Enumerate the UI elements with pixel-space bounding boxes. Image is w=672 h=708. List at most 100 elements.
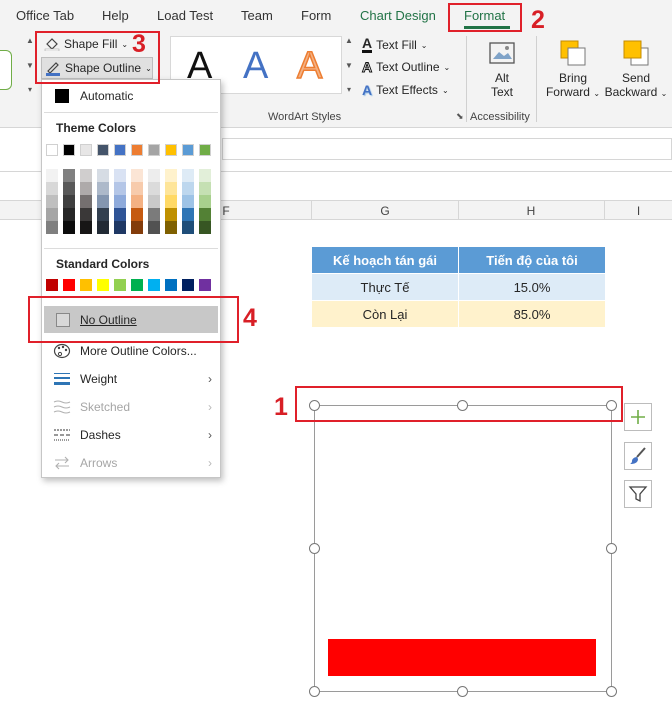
standard-color-swatch[interactable] <box>114 279 126 291</box>
theme-color-swatch[interactable] <box>199 144 211 156</box>
theme-color-swatch[interactable] <box>97 221 109 234</box>
dialog-launcher-icon[interactable]: ⬊ <box>456 111 464 122</box>
theme-color-swatch[interactable] <box>63 195 75 208</box>
text-effects-button[interactable]: A Text Effects ⌄ <box>362 83 449 98</box>
theme-color-swatch[interactable] <box>148 182 160 195</box>
theme-color-swatch[interactable] <box>46 195 58 208</box>
theme-color-swatch[interactable] <box>46 144 58 156</box>
theme-color-swatch[interactable] <box>63 169 75 182</box>
shape-style-preview[interactable] <box>0 50 12 90</box>
column-header-g[interactable]: G <box>312 204 458 218</box>
table-cell[interactable]: Thực Tế <box>312 274 458 300</box>
theme-color-swatch[interactable] <box>97 182 109 195</box>
theme-color-swatch[interactable] <box>199 208 211 221</box>
theme-color-swatch[interactable] <box>131 195 143 208</box>
send-backward-button[interactable]: Send Backward ⌄ <box>603 38 669 104</box>
formula-input[interactable] <box>222 138 672 160</box>
theme-color-swatch[interactable] <box>46 169 58 182</box>
bring-forward-button[interactable]: Bring Forward ⌄ <box>545 38 601 104</box>
theme-color-swatch[interactable] <box>63 182 75 195</box>
resize-handle[interactable] <box>606 686 617 697</box>
standard-color-swatch[interactable] <box>46 279 58 291</box>
theme-color-swatch[interactable] <box>63 208 75 221</box>
theme-color-swatch[interactable] <box>46 182 58 195</box>
standard-color-swatch[interactable] <box>148 279 160 291</box>
theme-color-swatch[interactable] <box>97 195 109 208</box>
theme-color-swatch[interactable] <box>148 195 160 208</box>
theme-color-swatch[interactable] <box>114 195 126 208</box>
wordart-style-blue[interactable]: A <box>243 45 268 88</box>
theme-color-swatch[interactable] <box>63 144 75 156</box>
chart-styles-button[interactable] <box>624 442 652 470</box>
column-header-f[interactable]: F <box>221 204 231 218</box>
chart-elements-button[interactable] <box>624 403 652 431</box>
progress-bar-shape[interactable] <box>328 639 596 676</box>
theme-color-swatch[interactable] <box>63 221 75 234</box>
theme-color-swatch[interactable] <box>165 169 177 182</box>
standard-color-swatch[interactable] <box>199 279 211 291</box>
wordart-gallery-scroller[interactable]: ▲ ▼ ▾ <box>343 36 355 94</box>
theme-color-swatch[interactable] <box>131 144 143 156</box>
menu-item-arrows[interactable]: Arrows › <box>42 450 220 476</box>
theme-color-swatch[interactable] <box>165 221 177 234</box>
theme-color-swatch[interactable] <box>97 169 109 182</box>
table-header-plan[interactable]: Kế hoạch tán gái <box>312 247 458 273</box>
theme-color-swatch[interactable] <box>182 169 194 182</box>
theme-color-swatch[interactable] <box>148 169 160 182</box>
theme-color-swatch[interactable] <box>46 221 58 234</box>
table-cell[interactable]: 85.0% <box>459 301 605 327</box>
standard-color-swatch[interactable] <box>165 279 177 291</box>
theme-color-swatch[interactable] <box>97 208 109 221</box>
theme-color-swatch[interactable] <box>182 221 194 234</box>
tab-team[interactable]: Team <box>241 8 273 23</box>
theme-color-swatch[interactable] <box>165 144 177 156</box>
wordart-style-orange[interactable]: A <box>296 44 323 88</box>
theme-color-swatch[interactable] <box>80 195 92 208</box>
standard-color-swatch[interactable] <box>131 279 143 291</box>
resize-handle[interactable] <box>606 543 617 554</box>
column-header-h[interactable]: H <box>458 204 604 218</box>
resize-handle[interactable] <box>309 543 320 554</box>
standard-color-swatch[interactable] <box>182 279 194 291</box>
theme-color-swatch[interactable] <box>80 169 92 182</box>
theme-color-swatch[interactable] <box>97 144 109 156</box>
column-header-i[interactable]: I <box>605 204 672 218</box>
table-header-progress[interactable]: Tiến độ của tôi <box>459 247 605 273</box>
theme-color-swatch[interactable] <box>131 182 143 195</box>
theme-color-swatch[interactable] <box>199 169 211 182</box>
menu-item-dashes[interactable]: Dashes › <box>42 422 220 448</box>
theme-color-swatch[interactable] <box>131 169 143 182</box>
theme-color-swatch[interactable] <box>131 208 143 221</box>
tab-office-tab[interactable]: Office Tab <box>16 8 74 23</box>
menu-item-sketched[interactable]: Sketched › <box>42 394 220 420</box>
menu-item-weight[interactable]: Weight › <box>42 366 220 392</box>
theme-color-swatch[interactable] <box>182 195 194 208</box>
theme-color-swatch[interactable] <box>131 221 143 234</box>
theme-color-swatch[interactable] <box>148 144 160 156</box>
standard-color-swatch[interactable] <box>80 279 92 291</box>
theme-color-swatch[interactable] <box>165 208 177 221</box>
alt-text-button[interactable]: Alt Text <box>484 40 520 102</box>
theme-color-swatch[interactable] <box>114 169 126 182</box>
table-cell[interactable]: 15.0% <box>459 274 605 300</box>
tab-form[interactable]: Form <box>301 8 331 23</box>
theme-color-swatch[interactable] <box>114 208 126 221</box>
text-outline-button[interactable]: A Text Outline ⌄ <box>361 59 450 74</box>
menu-item-automatic[interactable]: Automatic <box>42 83 220 109</box>
theme-color-swatch[interactable] <box>46 208 58 221</box>
table-cell[interactable]: Còn Lại <box>312 301 458 327</box>
theme-color-swatch[interactable] <box>80 208 92 221</box>
theme-color-swatch[interactable] <box>199 221 211 234</box>
theme-color-swatch[interactable] <box>182 182 194 195</box>
theme-color-swatch[interactable] <box>165 182 177 195</box>
text-fill-button[interactable]: A Text Fill ⌄ <box>362 36 428 53</box>
tab-load-test[interactable]: Load Test <box>157 8 213 23</box>
theme-color-swatch[interactable] <box>199 182 211 195</box>
theme-color-swatch[interactable] <box>199 195 211 208</box>
chart-filters-button[interactable] <box>624 480 652 508</box>
tab-help[interactable]: Help <box>102 8 129 23</box>
standard-color-swatch[interactable] <box>63 279 75 291</box>
resize-handle[interactable] <box>457 686 468 697</box>
theme-color-swatch[interactable] <box>165 195 177 208</box>
theme-color-swatch[interactable] <box>148 221 160 234</box>
